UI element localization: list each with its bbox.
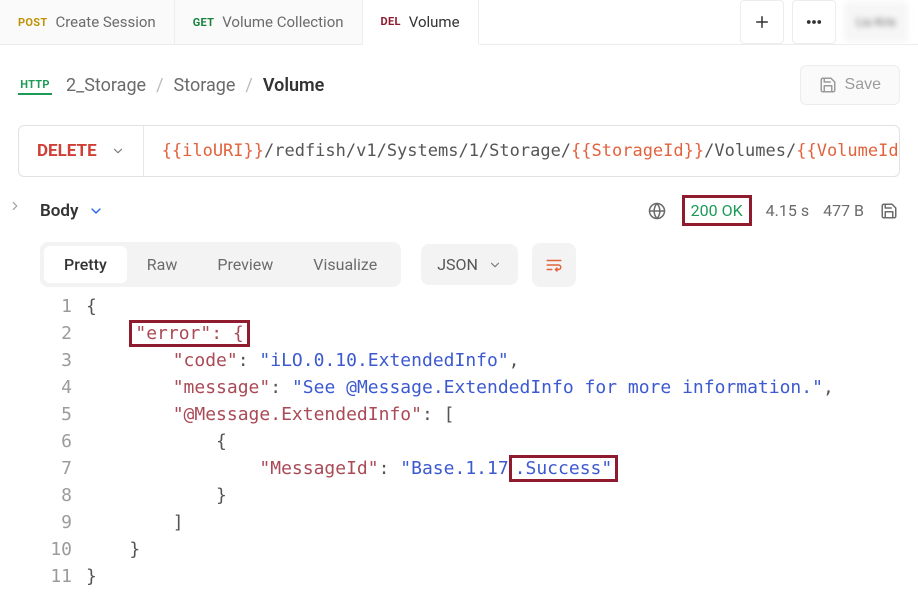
user-avatar[interactable]: Liu Kris — [844, 2, 908, 42]
save-icon — [819, 76, 837, 94]
view-preview[interactable]: Preview — [197, 246, 293, 283]
method-badge: POST — [18, 16, 47, 29]
tab-title: Volume — [409, 13, 460, 31]
new-tab-button[interactable] — [740, 0, 784, 44]
plus-icon — [753, 13, 771, 31]
tab-create-session[interactable]: POST Create Session — [0, 0, 175, 44]
crumb-storage[interactable]: Storage — [174, 75, 236, 96]
network-icon[interactable] — [646, 200, 668, 222]
save-label: Save — [845, 76, 881, 94]
status-code: 200 OK — [682, 195, 752, 226]
crumb-sep: / — [156, 75, 163, 96]
code-lines: { "error": { "code": "iLO.0.10.ExtendedI… — [86, 293, 900, 590]
method-label: DELETE — [37, 141, 97, 161]
save-response-button[interactable] — [878, 200, 900, 222]
url-bar: DELETE {{iloURI}}/redfish/v1/Systems/1/S… — [18, 125, 900, 177]
status-bar: 200 OK 4.15 s 477 B — [646, 195, 900, 226]
method-badge: GET — [193, 16, 215, 29]
more-horizontal-icon — [805, 13, 823, 31]
save-button[interactable]: Save — [800, 65, 900, 105]
expand-rail[interactable] — [0, 195, 30, 590]
breadcrumb: 2_Storage / Storage / Volume — [66, 75, 324, 96]
tab-volume[interactable]: DEL Volume — [363, 0, 479, 45]
method-select[interactable]: DELETE — [19, 126, 144, 176]
wrap-lines-button[interactable] — [532, 243, 576, 287]
url-input[interactable]: {{iloURI}}/redfish/v1/Systems/1/Storage/… — [144, 141, 899, 161]
chevron-down-icon[interactable] — [88, 203, 104, 219]
line-gutter: 1234567891011 — [40, 293, 86, 590]
crumb-current: Volume — [263, 75, 325, 96]
view-visualize[interactable]: Visualize — [293, 246, 397, 283]
request-tabs: POST Create Session GET Volume Collectio… — [0, 0, 918, 45]
tab-actions: Liu Kris — [730, 0, 918, 44]
status-size: 477 B — [823, 201, 864, 220]
view-raw[interactable]: Raw — [127, 246, 198, 283]
format-label: JSON — [437, 255, 478, 274]
tab-volume-collection[interactable]: GET Volume Collection — [175, 0, 363, 44]
method-badge: DEL — [381, 15, 401, 28]
crumb-2storage[interactable]: 2_Storage — [66, 75, 146, 96]
body-title: Body — [40, 201, 78, 221]
status-time: 4.15 s — [766, 201, 809, 220]
chevron-right-icon — [8, 199, 22, 213]
http-badge: HTTP — [18, 75, 52, 95]
more-tabs-button[interactable] — [792, 0, 836, 44]
response-body[interactable]: 1234567891011 { "error": { "code": "iLO.… — [40, 293, 900, 590]
tab-title: Create Session — [55, 13, 155, 31]
breadcrumb-row: HTTP 2_Storage / Storage / Volume Save — [0, 45, 918, 125]
body-header: Body 200 OK 4.15 s 477 B — [40, 195, 900, 226]
format-select[interactable]: JSON — [421, 244, 518, 285]
view-mode-segment: Pretty Raw Preview Visualize — [40, 242, 401, 287]
wrap-icon — [545, 256, 563, 274]
chevron-down-icon — [111, 144, 125, 158]
view-tabs: Pretty Raw Preview Visualize JSON — [40, 242, 900, 287]
view-pretty[interactable]: Pretty — [44, 246, 127, 283]
crumb-sep: / — [245, 75, 252, 96]
chevron-down-icon — [488, 258, 502, 272]
response-area: Body 200 OK 4.15 s 477 B Pretty Raw Prev… — [0, 195, 918, 590]
tab-title: Volume Collection — [222, 13, 343, 31]
